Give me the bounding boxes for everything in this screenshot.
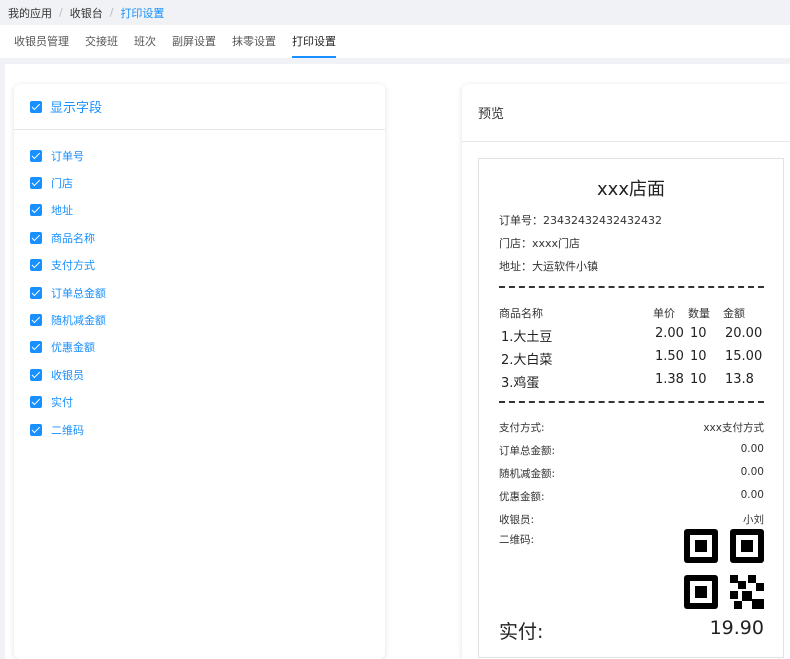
- field-label: 随机减金额: [51, 314, 106, 328]
- paid-value: 19.90: [709, 617, 764, 639]
- checkbox[interactable]: [30, 341, 42, 354]
- checkbox[interactable]: [30, 204, 42, 217]
- summary-label: 优惠金额:: [499, 491, 545, 503]
- preview-title: 预览: [462, 84, 790, 142]
- tab-secondary-screen[interactable]: 副屏设置: [172, 25, 216, 58]
- item-amount: 13.8: [725, 372, 754, 387]
- tab-bar: 收银员管理 交接班 班次 副屏设置 抹零设置 打印设置: [0, 25, 790, 58]
- field-coupon-amount[interactable]: 优惠金额: [30, 334, 385, 361]
- field-address[interactable]: 地址: [30, 197, 385, 224]
- item-qty: 10: [690, 326, 707, 341]
- header-quantity: 数量: [688, 307, 710, 320]
- receipt-order-no: 订单号：23432432432432432: [499, 214, 662, 227]
- tab-shifts[interactable]: 班次: [134, 25, 156, 58]
- field-label: 商品名称: [51, 231, 95, 245]
- header-product-name: 商品名称: [499, 307, 543, 320]
- summary-label: 支付方式:: [499, 422, 545, 434]
- breadcrumb-separator: /: [109, 6, 114, 19]
- preview-panel: 预览 xxx店面 订单号：23432432432432432 门店：xxxx门店…: [462, 84, 790, 659]
- tab-cashier-management[interactable]: 收银员管理: [14, 25, 69, 58]
- item-price: 1.50: [655, 349, 684, 364]
- field-cashier[interactable]: 收银员: [30, 361, 385, 388]
- field-qrcode[interactable]: 二维码: [30, 416, 385, 443]
- summary-value: 0.00: [740, 443, 764, 455]
- field-paid[interactable]: 实付: [30, 389, 385, 416]
- field-label: 收银员: [51, 368, 84, 382]
- field-product-name[interactable]: 商品名称: [30, 224, 385, 251]
- summary-label: 订单总金额:: [499, 445, 556, 457]
- checkbox[interactable]: [30, 314, 42, 327]
- receipt-preview: xxx店面 订单号：23432432432432432 门店：xxxx门店 地址…: [478, 158, 784, 658]
- item-name: 3.鸡蛋: [501, 376, 540, 391]
- item-amount: 20.00: [725, 326, 763, 341]
- summary-order-total: 订单总金额: 0.00: [499, 443, 764, 458]
- tab-shift-handover[interactable]: 交接班: [85, 25, 118, 58]
- item-qty: 10: [690, 372, 707, 387]
- breadcrumb: 我的应用 / 收银台 / 打印设置: [0, 0, 790, 25]
- field-store[interactable]: 门店: [30, 169, 385, 196]
- item-qty: 10: [690, 349, 707, 364]
- receipt-store: 门店：xxxx门店: [499, 237, 581, 250]
- item-name: 1.大土豆: [501, 330, 553, 345]
- breadcrumb-item-print-settings: 打印设置: [120, 6, 165, 20]
- summary-payment-method: 支付方式: xxx支付方式: [499, 420, 764, 435]
- breadcrumb-item-cashier[interactable]: 收银台: [70, 5, 103, 21]
- receipt-divider: [499, 286, 764, 288]
- summary-label: 二维码:: [499, 534, 535, 546]
- checkbox[interactable]: [30, 423, 42, 436]
- checkbox[interactable]: [30, 149, 42, 162]
- summary-label: 收银员:: [499, 514, 535, 526]
- item-amount: 15.00: [725, 349, 763, 364]
- field-label: 二维码: [51, 423, 84, 437]
- qrcode-icon: [684, 529, 764, 609]
- item-name: 2.大白菜: [501, 353, 553, 368]
- select-all-checkbox[interactable]: [30, 100, 42, 113]
- summary-label: 随机减金额:: [499, 468, 556, 480]
- paid-label: 实付:: [499, 621, 544, 643]
- field-label: 支付方式: [51, 259, 95, 273]
- summary-value: 0.00: [740, 466, 764, 478]
- checkbox[interactable]: [30, 368, 42, 381]
- field-random-discount[interactable]: 随机减金额: [30, 306, 385, 333]
- tab-rounding-settings[interactable]: 抹零设置: [232, 25, 276, 58]
- summary-coupon-amount: 优惠金额: 0.00: [499, 489, 764, 504]
- checkbox[interactable]: [30, 259, 42, 272]
- display-fields-panel: 显示字段 订单号 门店 地址 商品名称 支付方式 订单总金额 随机减金额 优惠金…: [14, 84, 385, 659]
- field-label: 实付: [51, 396, 73, 410]
- summary-cashier: 收银员: 小刘: [499, 512, 764, 527]
- checkbox[interactable]: [30, 231, 42, 244]
- field-label: 地址: [51, 204, 73, 218]
- field-label: 门店: [51, 177, 73, 191]
- display-fields-title: 显示字段: [50, 101, 103, 116]
- field-order-total[interactable]: 订单总金额: [30, 279, 385, 306]
- header-unit-price: 单价: [653, 307, 675, 320]
- header-amount: 金额: [723, 307, 745, 320]
- breadcrumb-separator: /: [59, 6, 63, 19]
- summary-random-discount: 随机减金额: 0.00: [499, 466, 764, 481]
- summary-value: 0.00: [740, 489, 764, 501]
- display-fields-header: 显示字段: [14, 84, 385, 130]
- field-label: 优惠金额: [51, 341, 95, 355]
- field-label: 订单号: [51, 149, 84, 163]
- field-label: 订单总金额: [51, 286, 106, 300]
- summary-value: xxx支付方式: [703, 422, 764, 434]
- tab-print-settings[interactable]: 打印设置: [292, 25, 336, 58]
- field-list: 订单号 门店 地址 商品名称 支付方式 订单总金额 随机减金额 优惠金额 收银员…: [14, 130, 385, 443]
- field-payment-method[interactable]: 支付方式: [30, 252, 385, 279]
- item-price: 2.00: [655, 326, 684, 341]
- checkbox[interactable]: [30, 177, 42, 190]
- checkbox[interactable]: [30, 286, 42, 299]
- summary-value: 小刘: [743, 514, 764, 526]
- checkbox[interactable]: [30, 396, 42, 409]
- field-order-no[interactable]: 订单号: [30, 142, 385, 169]
- item-price: 1.38: [655, 372, 684, 387]
- receipt-paid: 实付: 19.90: [499, 617, 764, 644]
- receipt-address: 地址：大运软件小镇: [499, 260, 598, 273]
- receipt-divider: [499, 401, 764, 403]
- breadcrumb-item-my-apps[interactable]: 我的应用: [8, 5, 52, 21]
- receipt-store-name: xxx店面: [597, 179, 665, 200]
